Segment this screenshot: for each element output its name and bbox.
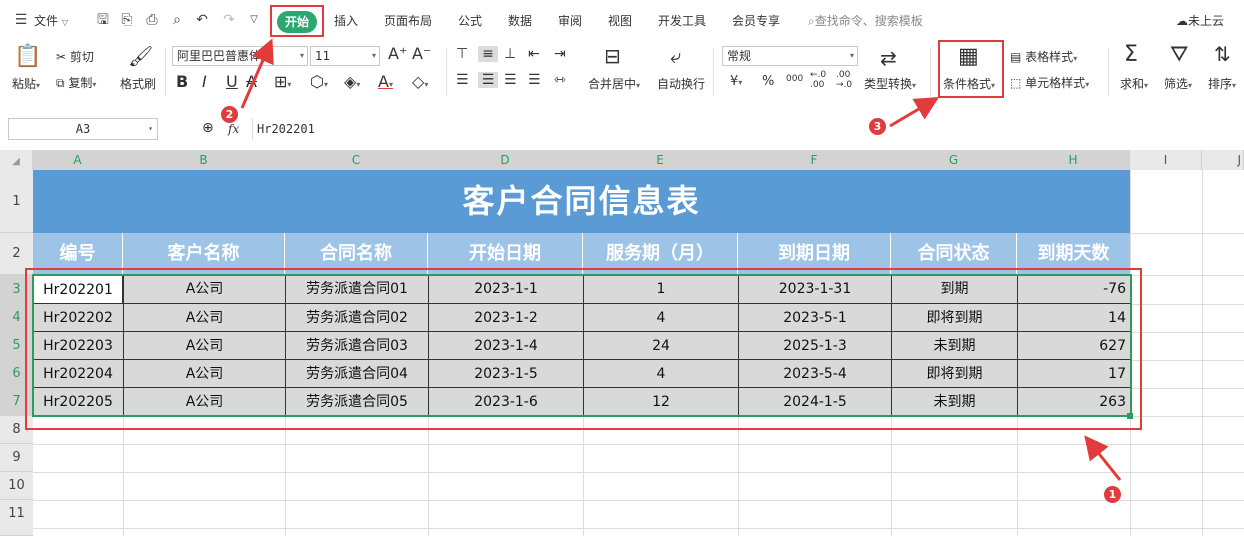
annotation-badge-1: 1 bbox=[1104, 486, 1121, 503]
annotation-badge-3: 3 bbox=[869, 118, 886, 135]
arrow-to-conditional-format bbox=[889, 96, 940, 128]
arrow-to-start-tab bbox=[240, 38, 274, 109]
arrow-to-data-range bbox=[1084, 435, 1122, 481]
annotation-arrows bbox=[240, 38, 1122, 481]
annotation-badge-2: 2 bbox=[221, 106, 238, 123]
